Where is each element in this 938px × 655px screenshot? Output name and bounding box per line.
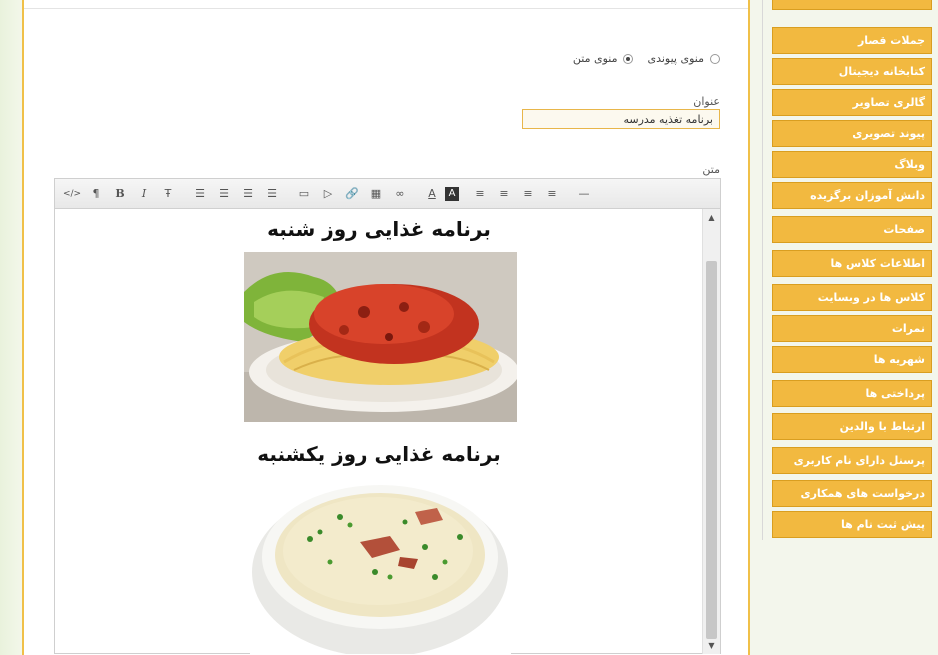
body-label: متن — [702, 163, 720, 176]
ordered-list-icon[interactable]: ☰ — [213, 183, 235, 205]
sidebar-item-digital-library[interactable]: کتابخانه دیجیتال — [772, 58, 932, 85]
sidebar-item-gallery[interactable]: گالری تصاویر — [772, 89, 932, 116]
title-input[interactable]: برنامه تغذیه مدرسه — [522, 109, 720, 129]
scroll-up-icon[interactable]: ▲ — [703, 213, 720, 222]
sidebar-item-image-link[interactable]: پیوند تصویری — [772, 120, 932, 147]
sidebar-item-pages[interactable]: صفحات — [772, 216, 932, 243]
main-panel: منوی پیوندی منوی متن عنوان برنامه تغذیه … — [22, 0, 750, 655]
sidebar-item-payments[interactable]: پرداختی ها — [772, 380, 932, 407]
video-icon[interactable]: ▷ — [317, 183, 339, 205]
editor-toolbar: </> ¶ B I Ŧ ☰ ☰ ☰ ☰ ▭ ▷ 🔗 ▦ ∞ A A ≡ ≡ ≡ … — [55, 179, 720, 209]
code-view-icon[interactable]: </> — [61, 183, 83, 205]
radio-link-label: منوی پیوندی — [647, 52, 704, 65]
sidebar-item-top-students[interactable]: دانش آموزان برگزیده — [772, 182, 932, 209]
top-divider — [24, 0, 748, 9]
background-color-icon[interactable]: A — [445, 186, 459, 201]
sidebar-item-classes-website[interactable]: کلاس ها در وبسایت — [772, 284, 932, 311]
sidebar-item-class-info[interactable]: اطلاعات کلاس ها — [772, 250, 932, 277]
font-color-icon[interactable]: A — [421, 183, 443, 205]
table-icon[interactable]: ▦ — [365, 183, 387, 205]
indent-icon[interactable]: ☰ — [261, 183, 283, 205]
editor-content[interactable]: برنامه غذایی روز شنبه برنامه غذایی روز ی… — [55, 209, 703, 654]
bold-icon[interactable]: B — [109, 183, 131, 205]
menu-type-radio-group: منوی پیوندی منوی متن — [573, 52, 720, 65]
radio-text-label: منوی متن — [572, 52, 618, 65]
paragraph-icon[interactable]: ¶ — [85, 183, 107, 205]
sidebar-item-tuition[interactable]: شهریه ها — [772, 346, 932, 373]
unlink-icon[interactable]: ∞ — [389, 183, 411, 205]
sidebar-item-pre-registration[interactable]: پیش ثبت نام ها — [772, 511, 932, 538]
sidebar-item-top[interactable] — [772, 0, 932, 10]
sidebar-item-blog[interactable]: وبلاگ — [772, 151, 932, 178]
sidebar-item-grades[interactable]: نمرات — [772, 315, 932, 342]
soup-image — [250, 477, 511, 654]
justify-icon[interactable]: ≡ — [541, 183, 563, 205]
image-icon[interactable]: ▭ — [293, 183, 315, 205]
strikethrough-icon[interactable]: Ŧ — [157, 183, 179, 205]
sidebar-divider — [762, 0, 763, 540]
rich-text-editor: </> ¶ B I Ŧ ☰ ☰ ☰ ☰ ▭ ▷ 🔗 ▦ ∞ A A ≡ ≡ ≡ … — [54, 178, 721, 654]
horizontal-rule-icon[interactable]: — — [573, 183, 595, 205]
italic-icon[interactable]: I — [133, 183, 155, 205]
page-background-left — [0, 0, 22, 655]
sidebar-item-job-requests[interactable]: درخواست های همکاری — [772, 480, 932, 507]
sidebar-item-parents[interactable]: ارتباط با والدین — [772, 413, 932, 440]
editor-scrollbar[interactable]: ▲ ▼ — [702, 209, 720, 654]
heading-saturday: برنامه غذایی روز شنبه — [267, 217, 491, 241]
sidebar-item-quotes[interactable]: جملات قصار — [772, 27, 932, 54]
heading-sunday: برنامه غذایی روز یکشنبه — [257, 442, 501, 466]
sidebar: جملات قصار کتابخانه دیجیتال گالری تصاویر… — [762, 0, 938, 540]
align-right-icon[interactable]: ≡ — [517, 183, 539, 205]
unordered-list-icon[interactable]: ☰ — [189, 183, 211, 205]
scrollbar-thumb[interactable] — [706, 261, 717, 639]
scroll-down-icon[interactable]: ▼ — [703, 641, 720, 650]
align-left-icon[interactable]: ≡ — [469, 183, 491, 205]
title-label: عنوان — [693, 95, 720, 108]
spaghetti-image — [244, 252, 517, 422]
radio-text-menu[interactable] — [623, 53, 634, 64]
outdent-icon[interactable]: ☰ — [237, 183, 259, 205]
link-icon[interactable]: 🔗 — [341, 183, 363, 205]
radio-link-menu[interactable] — [710, 53, 720, 64]
align-center-icon[interactable]: ≡ — [493, 183, 515, 205]
sidebar-item-staff-users[interactable]: پرسنل دارای نام کاربری — [772, 447, 932, 474]
